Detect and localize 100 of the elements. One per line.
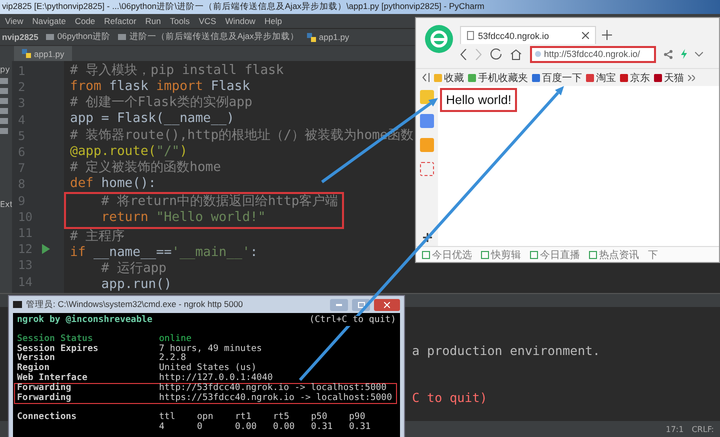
bottom-bar-item[interactable]: 热点资讯 (589, 248, 639, 262)
console-value: online (159, 335, 192, 344)
python-file-icon (306, 32, 316, 42)
minimize-icon (336, 304, 342, 306)
bottom-bar-item[interactable]: 今日优选 (422, 248, 472, 262)
refresh-icon[interactable] (490, 48, 502, 60)
lightning-icon[interactable] (681, 49, 687, 59)
column-header: p50 (311, 413, 328, 422)
code-line: # 创建一个Flask类的实例app (70, 95, 252, 112)
menu-item[interactable]: Run (145, 16, 161, 26)
code-line: # 主程序 (70, 228, 125, 245)
console-label: Forwarding (17, 384, 72, 394)
console-value: 4 (159, 422, 166, 433)
bookmark-icon (586, 74, 594, 82)
menu-item[interactable]: Window (225, 16, 256, 26)
code-line: from flask import Flask (70, 79, 250, 95)
bookmark-icon (434, 74, 442, 82)
console-value: 0.31 (311, 422, 334, 433)
bookmark[interactable]: 百度一下 (532, 70, 582, 84)
bookmark[interactable]: 收藏 (434, 70, 464, 84)
more-icon[interactable] (688, 74, 695, 80)
file-tab[interactable]: app1.py (14, 46, 72, 61)
bottom-bar-item[interactable]: 下 (648, 248, 658, 262)
bottom-bar-icon (530, 250, 538, 258)
bottom-bar-item[interactable]: 快剪辑 (481, 248, 521, 262)
address-bar[interactable]: http://53fdcc40.ngrok.io/ (530, 46, 656, 62)
console-value: 0.00 (235, 422, 258, 433)
menu-item[interactable]: Navigate (32, 16, 66, 26)
page-icon (467, 31, 474, 40)
console-title: 管理员: C:\Windows\system32\cmd.exe - ngrok http 5000 (26, 298, 244, 310)
back-icon[interactable] (460, 48, 467, 60)
menu-item[interactable]: Help (264, 16, 282, 26)
bookmark[interactable]: 手机收藏夹 (468, 70, 528, 84)
bookmark-icon (654, 74, 662, 82)
code-line: @app.route("/") (70, 144, 188, 160)
close-icon[interactable] (582, 32, 589, 39)
code-line: def home(): (70, 176, 156, 192)
console-value: 0.00 (273, 422, 296, 433)
breadcrumb[interactable]: app1.py (318, 32, 350, 42)
console-value: 0.31 (349, 422, 372, 433)
terminal-icon (13, 301, 22, 308)
breadcrumb[interactable]: 进阶一（前后端传送信息及Ajax异步加载） (129, 31, 299, 43)
add-icon[interactable] (422, 233, 432, 242)
code-line: # 运行app (100, 260, 166, 277)
window-title: vip2825 [E:\pythonvip2825] - ...\06python进阶\进阶一（前后端传送信息及Ajax异步加载）\app1.py [pythonvip2825] - PyCharm (1, 1, 484, 13)
menu-item[interactable]: Code (74, 16, 96, 26)
new-tab-icon[interactable] (602, 30, 612, 40)
run-icon[interactable] (42, 244, 50, 254)
bookmark[interactable]: 淘宝 (586, 70, 616, 84)
minimize-button[interactable] (330, 298, 348, 310)
bookmark[interactable]: 京东 (620, 70, 650, 84)
console-output: a production environment. (412, 343, 602, 358)
menu-item[interactable]: View (5, 16, 24, 26)
menu-item[interactable]: VCS (198, 16, 216, 26)
code-line: # 将return中的数据返回给http客户端 (100, 194, 338, 210)
bookmark[interactable]: 天猫 (654, 70, 684, 84)
project-label: Ext (0, 200, 13, 209)
folder-icon (118, 34, 126, 40)
bookmark-icon (532, 74, 540, 82)
console-label: Version (17, 354, 56, 364)
console-label: Session Status (17, 335, 93, 344)
close-icon (384, 302, 390, 308)
share-icon[interactable] (664, 50, 673, 58)
console-label: Region (17, 364, 51, 373)
console-value: 7 hours, 49 minutes (159, 344, 263, 354)
menu-item[interactable]: Tools (170, 16, 190, 26)
column-header: opn (197, 413, 214, 422)
console-value: 0 (197, 422, 204, 433)
bookmark-icon (468, 74, 476, 82)
console-hint: (Ctrl+C to quit) (309, 316, 396, 326)
code-line: if __name__=='__main__': (70, 244, 258, 261)
bottom-bar-icon (589, 250, 597, 258)
console-label: Connections (17, 413, 78, 423)
column-header: ttl (159, 413, 176, 422)
column-header: rt1 (235, 413, 252, 422)
console-label: Web Interface (17, 374, 88, 383)
bottom-bar-item[interactable]: 今日直播 (530, 248, 580, 262)
maximize-icon (358, 302, 364, 308)
chevron-down-icon[interactable] (695, 52, 703, 56)
menu-item[interactable]: Refactor (104, 16, 136, 26)
browser-tab[interactable]: 53fdcc40.ngrok.io (460, 26, 596, 44)
browser-logo (424, 24, 454, 54)
code-line: app = Flask(__name__) (70, 111, 234, 128)
home-icon[interactable] (510, 48, 522, 60)
bottom-bar-icon (481, 250, 489, 258)
console-value: http://127.0.0.1:4040 (159, 374, 274, 383)
console-value: https://53fdcc40.ngrok.io -> localhost:5000 (159, 394, 392, 404)
status-text: CRLF: (692, 424, 714, 434)
console-label: Forwarding (17, 394, 72, 404)
page-text: Hello world! (440, 88, 518, 112)
code-line: return "Hello world!" (100, 210, 266, 226)
status-text: 17:1 (666, 424, 684, 434)
code-line: # 导入模块，pip install flask (70, 63, 284, 80)
project-label: py (0, 65, 10, 74)
breadcrumb[interactable]: 06python进阶 (57, 31, 110, 43)
sidebar-toggle-icon[interactable] (422, 73, 430, 82)
breadcrumb[interactable]: nvip2825 (2, 32, 38, 42)
console-value: United States (us) (159, 364, 258, 373)
close-button[interactable] (374, 298, 400, 310)
console-label: Session Expires (17, 344, 100, 354)
